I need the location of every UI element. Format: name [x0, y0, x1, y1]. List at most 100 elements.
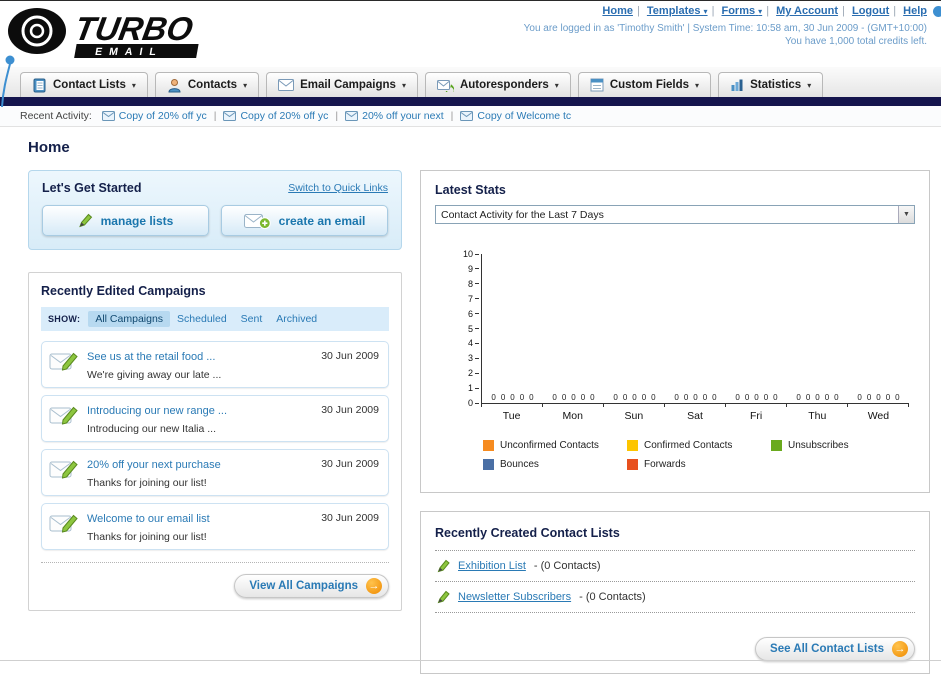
contact-list-link[interactable]: Exhibition List: [458, 560, 526, 572]
chart-bar-group: 00000: [726, 393, 787, 403]
top-nav-help[interactable]: Help: [903, 5, 927, 17]
campaign-title-link[interactable]: Welcome to our email list: [87, 513, 210, 525]
bar-value-label: 0: [529, 393, 534, 402]
nav-tab-contact-lists[interactable]: Contact Lists ▾: [20, 72, 148, 97]
manage-lists-button[interactable]: manage lists: [42, 205, 209, 236]
footer-divider: [0, 660, 941, 661]
create-email-button[interactable]: create an email: [221, 205, 388, 236]
x-axis-tick: [604, 404, 665, 407]
contact-list-item: Exhibition List - (0 Contacts): [435, 551, 915, 582]
x-axis-tick: [543, 404, 604, 407]
autoresponders-icon: [436, 79, 454, 92]
stats-filter-select[interactable]: Contact Activity for the Last 7 Days ▼: [435, 205, 915, 224]
campaign-subject: Thanks for joining our list!: [87, 477, 207, 489]
campaign-title-link[interactable]: 20% off your next purchase: [87, 459, 221, 471]
chart-y-axis: 0 1 2 3 4 5 6 7 8 9 10: [438, 249, 480, 408]
nav-tab-email-campaigns[interactable]: Email Campaigns ▾: [266, 72, 418, 97]
nav-tab-label: Email Campaigns: [300, 79, 396, 91]
campaign-date: 30 Jun 2009: [321, 458, 379, 470]
nav-tab-label: Custom Fields: [609, 79, 690, 91]
top-nav-logout[interactable]: Logout: [852, 5, 889, 17]
chevron-down-icon: ▾: [703, 7, 708, 16]
legend-label: Confirmed Contacts: [644, 440, 733, 451]
chevron-down-icon: ▾: [131, 80, 136, 90]
header-right: Home | Templates ▾ | Forms ▾ | My Account | …: [524, 5, 927, 47]
campaign-title-link[interactable]: Introducing our new range ...: [87, 405, 227, 417]
x-axis-label: Sun: [624, 410, 644, 422]
nav-tab-statistics[interactable]: Statistics ▾: [718, 72, 824, 97]
logo-subtitle-text: EMAIL: [94, 46, 164, 58]
chart-plot: 0 1 2 3 4 5 6 7 8 9 10 000000000000000000000000000…: [463, 249, 909, 408]
chart-bar-group: 00000: [604, 393, 665, 403]
recent-activity-link[interactable]: Copy of 20% off yc: [119, 110, 207, 122]
envelope-icon: [460, 111, 474, 121]
y-axis-tick-label: 10: [463, 249, 479, 259]
see-all-contact-lists-button[interactable]: See All Contact Lists →: [755, 637, 915, 661]
turbo-email-logo: TURBO EMAIL: [4, 2, 244, 69]
x-axis-tick: [665, 404, 726, 407]
legend-label: Forwards: [644, 459, 686, 470]
campaign-edit-icon: [49, 347, 79, 381]
logo-antenna-decoration: [0, 51, 20, 114]
x-axis-label: Wed: [867, 410, 890, 422]
nav-tab-autoresponders[interactable]: Autoresponders ▾: [424, 72, 571, 97]
switch-to-quick-links[interactable]: Switch to Quick Links: [288, 182, 388, 194]
recent-activity-item[interactable]: Copy of Welcome tc: [460, 110, 571, 122]
bar-value-label: 0: [866, 393, 872, 402]
legend-swatch: [771, 440, 782, 451]
contact-lists-icon: [33, 78, 46, 92]
recent-activity-label: Recent Activity:: [20, 110, 92, 122]
top-nav-templates[interactable]: Templates ▾: [647, 5, 708, 17]
recent-activity-link[interactable]: Copy of Welcome tc: [477, 110, 571, 122]
y-axis-tick-label: 6: [468, 309, 479, 319]
pencil-icon: [437, 559, 450, 573]
recent-activity-item[interactable]: 20% off your next: [345, 110, 444, 122]
recent-activity-link[interactable]: 20% off your next: [362, 110, 444, 122]
top-nav-home[interactable]: Home: [602, 5, 633, 17]
top-nav: Home | Templates ▾ | Forms ▾ | My Account | …: [524, 5, 927, 17]
turbo-email-dashboard: TURBO EMAIL Home | Templates ▾ | Forms ▾ | …: [0, 0, 941, 683]
x-axis-label: Fri: [750, 410, 763, 422]
recent-activity-item[interactable]: Copy of 20% off yc: [101, 110, 207, 122]
campaign-subject: We're giving away our late ...: [87, 369, 222, 381]
campaign-list-item: Introducing our new range ... Introducin…: [41, 395, 389, 442]
filter-tab-archived[interactable]: Archived: [269, 311, 324, 327]
top-nav-forms[interactable]: Forms ▾: [721, 5, 762, 17]
manage-lists-label: manage lists: [100, 213, 174, 228]
y-axis-tick-label: 4: [468, 338, 479, 348]
nav-tab-label: Statistics: [750, 79, 802, 91]
legend-item: Unsubscribes: [771, 440, 915, 451]
bar-value-label: 0: [702, 393, 708, 402]
filter-tab-scheduled[interactable]: Scheduled: [170, 311, 234, 327]
top-nav-my-account[interactable]: My Account: [776, 5, 838, 17]
get-started-title: Let's Get Started: [42, 181, 142, 195]
chevron-down-icon: ▾: [401, 80, 406, 90]
chevron-down-icon: ▼: [898, 206, 914, 223]
chevron-down-icon: ▾: [758, 7, 763, 16]
recent-activity-link[interactable]: Copy of 20% off yc: [240, 110, 328, 122]
chart-bar-group: 00000: [482, 393, 543, 403]
bar-value-label: 0: [519, 393, 525, 402]
bar-value-label: 0: [744, 393, 750, 402]
custom-fields-icon: [590, 78, 604, 92]
x-axis-label: Tue: [502, 410, 521, 422]
filter-tab-all-campaigns[interactable]: All Campaigns: [88, 311, 171, 327]
campaign-title-link[interactable]: See us at the retail food ...: [87, 351, 215, 363]
campaign-list-item: See us at the retail food ... We're givi…: [41, 341, 389, 388]
view-all-campaigns-button[interactable]: View All Campaigns →: [234, 574, 389, 598]
recent-activity-item[interactable]: Copy of 20% off yc: [223, 110, 328, 122]
chart-groups: 00000000000000000000000000000000000: [482, 254, 909, 403]
nav-tab-contacts[interactable]: Contacts ▾: [154, 72, 260, 97]
bar-value-label: 0: [491, 393, 496, 402]
filter-tab-sent[interactable]: Sent: [234, 311, 270, 327]
email-campaigns-icon: [278, 79, 295, 91]
separator: |: [711, 5, 715, 17]
contacts-icon: [168, 78, 181, 92]
bar-value-label: 0: [805, 393, 811, 402]
nav-tab-custom-fields[interactable]: Custom Fields ▾: [577, 72, 712, 97]
recent-contact-lists-panel: Recently Created Contact Lists Exhibitio…: [420, 511, 930, 674]
contact-list-link[interactable]: Newsletter Subscribers: [458, 591, 571, 603]
bar-value-label: 0: [735, 393, 740, 402]
bar-value-label: 0: [510, 393, 515, 402]
campaign-edit-icon: [49, 509, 79, 543]
